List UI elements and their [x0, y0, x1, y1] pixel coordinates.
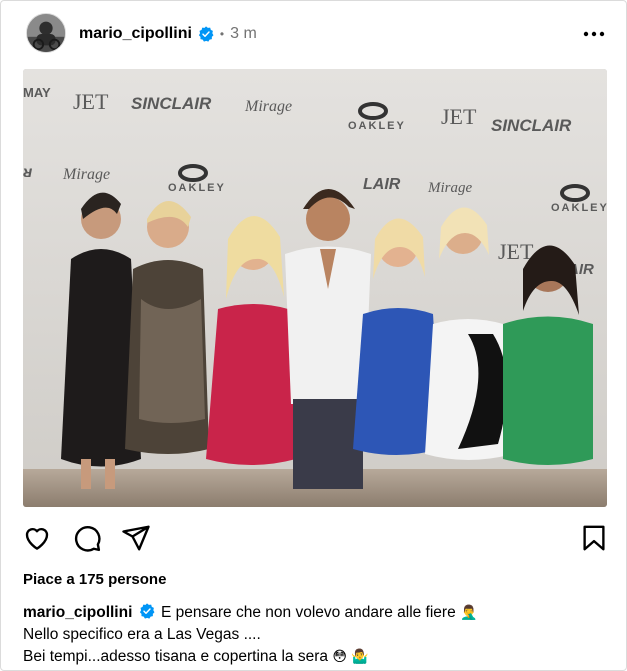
flushed-shrug-emoji-icon: 😳 🤷‍♂️ — [332, 649, 369, 665]
post-photo-image: JET SINCLAIR Mirage OAKLEY JET SINCLAIR … — [23, 69, 607, 507]
caption-text-2: Nello specifico era a Las Vegas .... — [23, 626, 261, 643]
avatar[interactable] — [26, 13, 66, 53]
caption-text-3: Bei tempi...adesso tisana e copertina la… — [23, 648, 329, 665]
likes-count[interactable]: Piace a 175 persone — [23, 571, 166, 588]
send-icon[interactable] — [121, 523, 151, 553]
caption-line-3: Bei tempi...adesso tisana e copertina la… — [23, 646, 613, 668]
post-username[interactable]: mario_cipollini — [79, 25, 192, 43]
verified-badge-icon — [198, 26, 214, 42]
more-options-icon[interactable] — [582, 25, 606, 43]
caption-username[interactable]: mario_cipollini — [23, 604, 132, 621]
backdrop-logo-jet: JET — [73, 89, 109, 114]
facepalm-emoji-icon: 🤦‍♂️ — [460, 605, 478, 621]
caption-line-1: mario_cipollini E pensare che non volevo… — [23, 602, 613, 624]
svg-text:Mirage: Mirage — [62, 166, 110, 183]
svg-text:LAIR: LAIR — [363, 176, 401, 193]
svg-text:OAKLEY: OAKLEY — [348, 120, 406, 132]
svg-text:OAKLEY: OAKLEY — [551, 202, 607, 214]
comment-icon[interactable] — [72, 523, 102, 553]
post-timestamp[interactable]: 3 m — [230, 25, 257, 43]
svg-text:ᴚ: ᴚ — [23, 164, 33, 181]
separator-dot: • — [219, 27, 225, 41]
heart-icon[interactable] — [22, 523, 52, 553]
post-header: mario_cipollini • 3 m — [1, 11, 627, 57]
svg-text:JET: JET — [441, 104, 477, 129]
post-actions — [1, 521, 627, 555]
backdrop-logo-sinclair: SINCLAIR — [131, 94, 212, 113]
svg-text:Mirage: Mirage — [427, 180, 473, 196]
instagram-post: mario_cipollini • 3 m JET SINCLAIR Mirag… — [0, 0, 627, 671]
avatar-photo — [27, 14, 65, 52]
verified-badge-icon — [139, 603, 155, 619]
svg-text:Mirage: Mirage — [244, 98, 292, 115]
svg-text:MAY: MAY — [23, 85, 51, 100]
post-user-line: mario_cipollini • 3 m — [79, 23, 257, 45]
svg-text:SINCLAIR: SINCLAIR — [491, 116, 572, 135]
svg-text:OAKLEY: OAKLEY — [168, 182, 226, 194]
post-caption: mario_cipollini E pensare che non volevo… — [23, 602, 613, 668]
caption-text-1: E pensare che non volevo andare alle fie… — [161, 604, 456, 621]
post-photo[interactable]: JET SINCLAIR Mirage OAKLEY JET SINCLAIR … — [23, 69, 607, 507]
bookmark-icon[interactable] — [579, 523, 609, 553]
